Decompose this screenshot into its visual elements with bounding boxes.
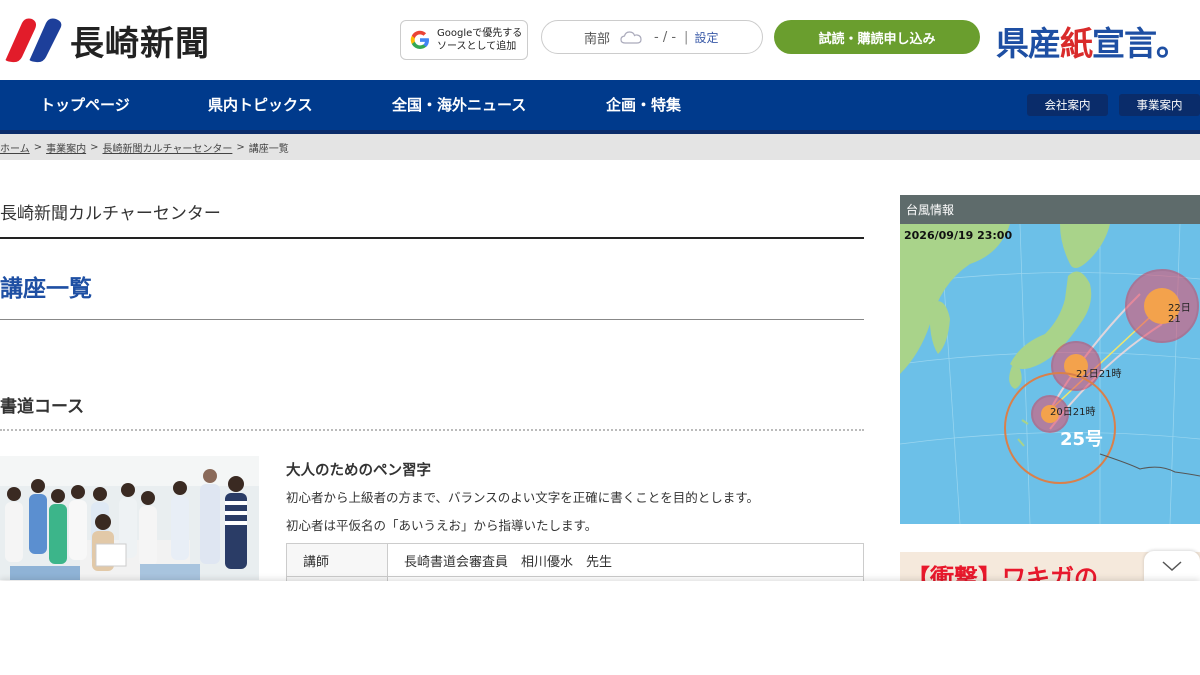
course-description-note: 初心者は平仮名の「あいうえお」から指導いたします。 — [286, 518, 598, 533]
ad-collapse-button[interactable] — [1144, 551, 1200, 581]
weather-separator: | — [684, 29, 689, 45]
course-category-heading: 書道コース — [0, 397, 85, 417]
sengen-part-2: 紙 — [1060, 24, 1093, 63]
section-title: 長崎新聞カルチャーセンター — [0, 204, 221, 224]
table-key: 講師 — [286, 543, 388, 577]
breadcrumb-home[interactable]: ホーム — [0, 140, 30, 155]
forecast-label-22: 22日21 — [1168, 303, 1191, 325]
course-title[interactable]: 大人のためのペン習字 — [286, 459, 431, 480]
nav-national-world-news[interactable]: 全国・海外ニュース — [392, 94, 526, 115]
sengen-part-3: 宣言。 — [1092, 24, 1189, 63]
bottom-overlay-panel — [0, 581, 1200, 675]
typhoon-number-label: 25号 — [1060, 429, 1104, 450]
typhoon-map-graphic — [900, 224, 1200, 524]
breadcrumb-business[interactable]: 事業案内 — [46, 140, 86, 155]
google-line-1: Googleで優先する — [437, 28, 523, 39]
dotted-divider — [0, 429, 864, 431]
divider — [0, 237, 864, 239]
typhoon-map-datetime: 2026/09/19 23:00 — [904, 229, 1013, 242]
breadcrumb-culture-center[interactable]: 長崎新聞カルチャーセンター — [102, 140, 232, 155]
nav-features[interactable]: 企画・特集 — [606, 94, 681, 115]
global-nav: トップページ 県内トピックス 全国・海外ニュース 企画・特集 会社案内 事業案内 — [0, 80, 1200, 134]
google-button-label: Googleで優先する ソースとして追加 — [437, 27, 522, 53]
google-line-2: ソースとして追加 — [437, 41, 517, 52]
table-value: 長崎書道会審査員 相川優水 先生 — [387, 543, 864, 577]
weather-temperature: - / - — [654, 29, 677, 45]
google-icon — [410, 30, 430, 50]
google-preferred-source-button[interactable]: Googleで優先する ソースとして追加 — [400, 20, 528, 60]
page-title: 講座一覧 — [0, 276, 92, 302]
site-header: 長崎新聞 Googleで優先する ソースとして追加 南部 - / - | 設定 … — [0, 0, 1200, 80]
subscribe-button[interactable]: 試読・購読申し込み — [774, 20, 980, 54]
divider — [0, 319, 864, 320]
weather-widget: 南部 - / - | 設定 — [541, 20, 763, 54]
typhoon-map[interactable]: 2026/09/19 23:00 22日21 21日21時 20日21時 25号 — [900, 224, 1200, 524]
site-logo[interactable]: 長崎新聞 — [0, 14, 210, 66]
weather-settings-link[interactable]: 設定 — [694, 29, 718, 46]
nav-business-info[interactable]: 事業案内 — [1119, 94, 1200, 116]
chevron-down-icon — [1162, 561, 1182, 572]
weather-region: 南部 — [584, 31, 611, 47]
course-photo — [0, 456, 259, 580]
logo-text: 長崎新聞 — [70, 23, 210, 64]
cloud-icon — [620, 31, 642, 44]
kensanshi-sengen-banner[interactable]: 県産紙宣言。 — [996, 17, 1189, 65]
logo-mark-icon — [0, 15, 66, 65]
course-description: 初心者から上級者の方まで、バランスのよい文字を正確に書くことを目的とします。 — [286, 490, 760, 505]
table-row: 講師 長崎書道会審査員 相川優水 先生 — [286, 543, 864, 577]
forecast-label-21: 21日21時 — [1076, 369, 1122, 380]
forecast-label-20: 20日21時 — [1050, 407, 1096, 418]
nav-prefecture-topics[interactable]: 県内トピックス — [208, 94, 313, 115]
breadcrumb-current: 講座一覧 — [248, 143, 289, 155]
ad-headline: 【衝撃】ワキガの — [906, 564, 1098, 582]
sengen-part-1: 県産 — [996, 24, 1061, 63]
nav-company-info[interactable]: 会社案内 — [1027, 94, 1108, 116]
typhoon-heading: 台風情報 — [900, 195, 1200, 224]
breadcrumb: ホーム > 事業案内 > 長崎新聞カルチャーセンター > 講座一覧 — [0, 134, 1200, 160]
nav-top-page[interactable]: トップページ — [40, 94, 130, 115]
